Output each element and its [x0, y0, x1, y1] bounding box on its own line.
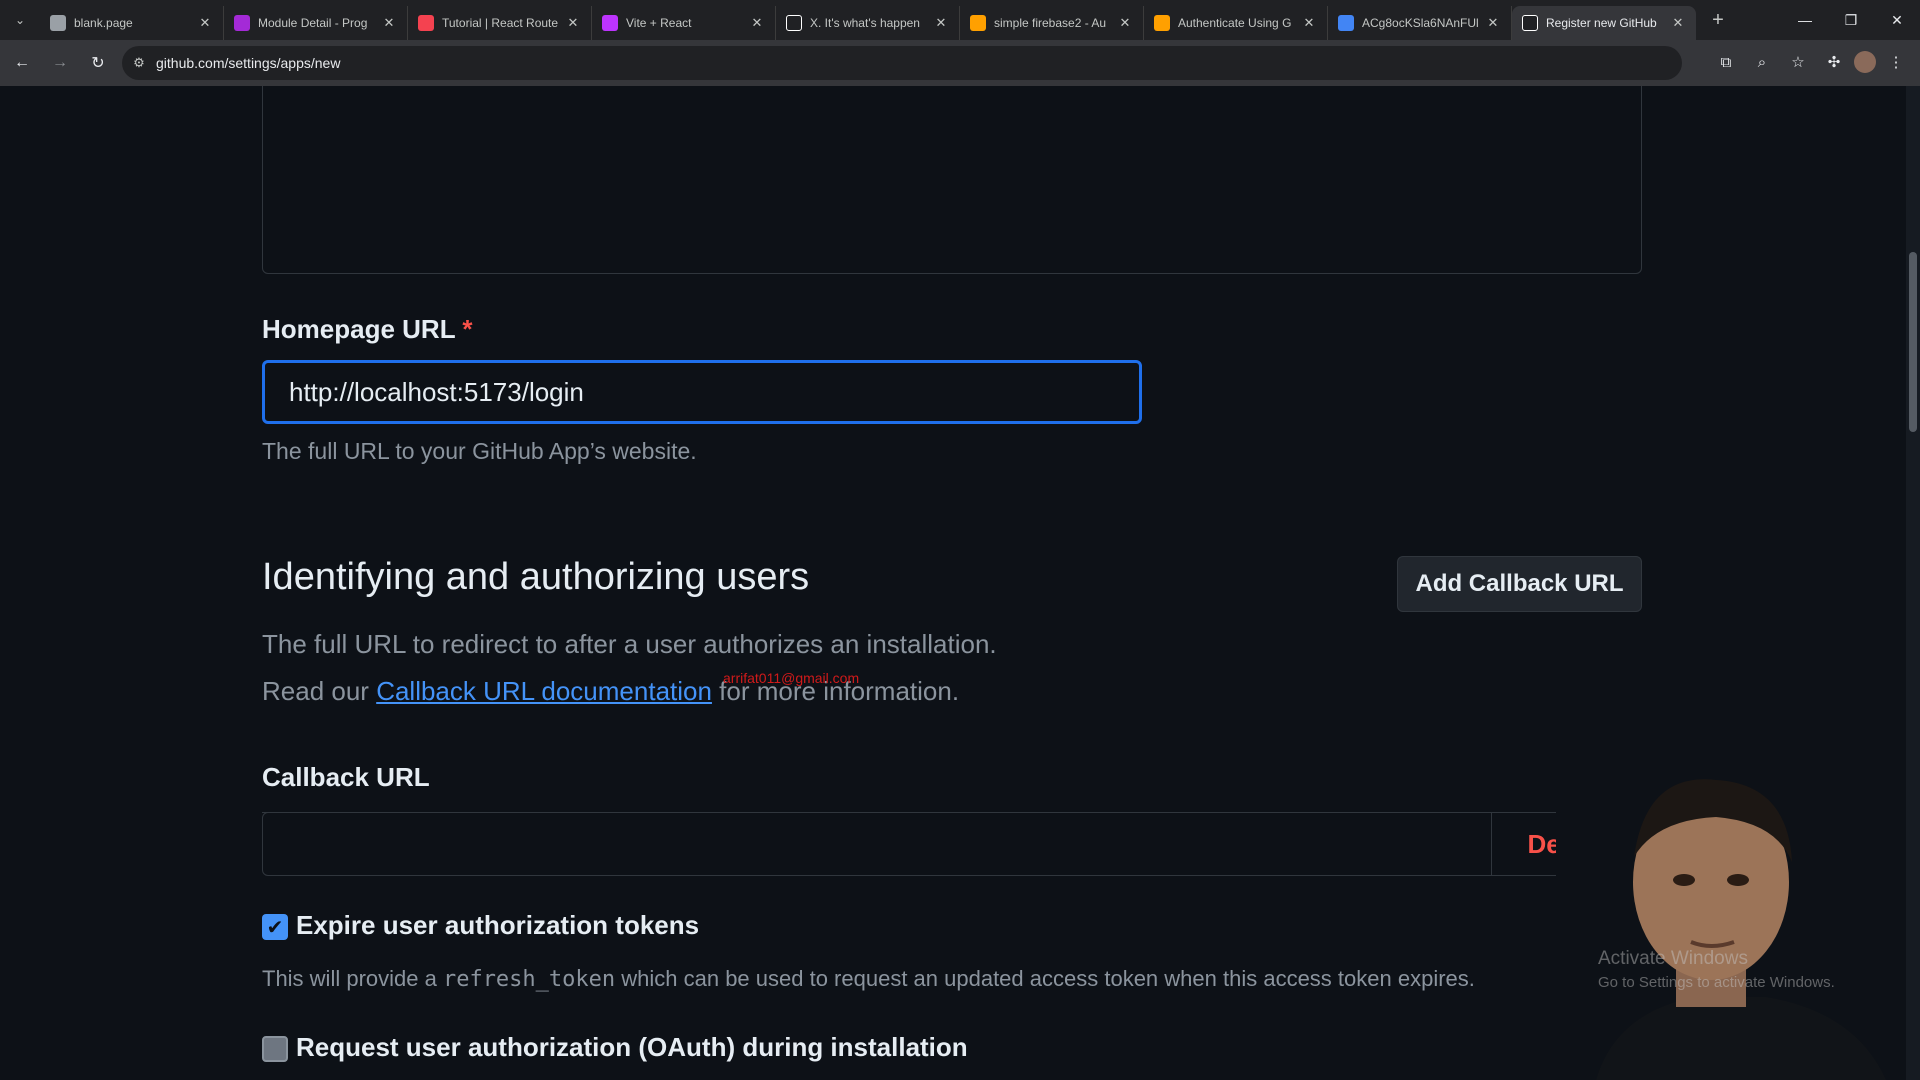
tab-close-icon[interactable]: ✕: [565, 15, 581, 31]
tab-close-icon[interactable]: ✕: [1485, 15, 1501, 31]
tab-title: Vite + React: [626, 16, 692, 30]
tab-title: ACg8ocKSla6NAnFUl: [1362, 16, 1479, 30]
homepage-url-input[interactable]: http://localhost:5173/login: [262, 360, 1142, 424]
window-controls: — ❐ ✕: [1782, 0, 1920, 40]
tab-title: blank.page: [74, 16, 133, 30]
tab-title: Tutorial | React Route: [442, 16, 559, 30]
homepage-url-value: http://localhost:5173/login: [289, 376, 584, 407]
browser-toolbar: ← → ↻ ⚙ github.com/settings/apps/new ⧉ ⌕…: [0, 40, 1920, 86]
close-window-icon[interactable]: ✕: [1874, 0, 1920, 40]
tab-title: Authenticate Using G: [1178, 16, 1292, 30]
refresh-token-code: refresh_token: [442, 967, 616, 992]
forward-icon[interactable]: →: [44, 47, 76, 79]
site-info-icon[interactable]: ⚙: [122, 55, 156, 71]
homepage-url-hint: The full URL to your GitHub App’s websit…: [262, 438, 697, 464]
tab-close-icon[interactable]: ✕: [749, 15, 765, 31]
tab-8[interactable]: Register new GitHub ✕: [1512, 6, 1696, 40]
section-description: The full URL to redirect to after a user…: [262, 629, 997, 659]
expire-tokens-checkbox[interactable]: ✔: [262, 914, 288, 940]
tab-3[interactable]: Vite + React ✕: [592, 6, 776, 40]
presenter-video: [1556, 762, 1906, 1080]
activate-windows-watermark: Activate Windows Go to Settings to activ…: [1598, 948, 1835, 991]
tab-close-icon[interactable]: ✕: [933, 15, 949, 31]
page-icon: [50, 15, 66, 31]
bookmark-star-icon[interactable]: ☆: [1782, 46, 1814, 78]
tab-close-icon[interactable]: ✕: [1301, 15, 1317, 31]
request-oauth-checkbox[interactable]: [262, 1036, 288, 1062]
note-before: This will provide a: [262, 966, 443, 991]
tab-1[interactable]: Module Detail - Prog ✕: [224, 6, 408, 40]
watermark-email: arrifat011@gmail.com: [723, 670, 860, 686]
minimize-icon[interactable]: —: [1782, 0, 1828, 40]
restore-icon[interactable]: ❐: [1828, 0, 1874, 40]
tab-7[interactable]: ACg8ocKSla6NAnFUl ✕: [1328, 6, 1512, 40]
page-scrollbar[interactable]: [1906, 86, 1920, 1080]
webcam-overlay: [1556, 762, 1906, 1080]
scroll-thumb[interactable]: [1909, 252, 1917, 432]
module-icon: [234, 15, 250, 31]
tab-title: simple firebase2 - Au: [994, 16, 1107, 30]
reload-icon[interactable]: ↻: [82, 47, 114, 79]
x-icon: [786, 15, 802, 31]
tab-title: Module Detail - Prog: [258, 16, 368, 30]
note-after: which can be used to request an updated …: [615, 966, 1475, 991]
tab-6[interactable]: Authenticate Using G ✕: [1144, 6, 1328, 40]
tab-close-icon[interactable]: ✕: [197, 15, 213, 31]
firebase-icon: [1154, 15, 1170, 31]
tab-strip: ⌄ blank.page ✕ Module Detail - Prog ✕ Tutori…: [0, 0, 1920, 40]
callback-url-label: Callback URL: [262, 762, 430, 792]
tab-5[interactable]: simple firebase2 - Au ✕: [960, 6, 1144, 40]
address-bar[interactable]: ⚙ github.com/settings/apps/new: [122, 46, 1682, 80]
vite-icon: [602, 15, 618, 31]
add-callback-url-button[interactable]: Add Callback URL: [1397, 556, 1642, 612]
install-app-icon[interactable]: ⧉: [1710, 46, 1742, 78]
tab-close-icon[interactable]: ✕: [1117, 15, 1133, 31]
tab-0[interactable]: blank.page ✕: [40, 6, 224, 40]
tab-4[interactable]: X. It's what's happen ✕: [776, 6, 960, 40]
github-icon: [1522, 15, 1538, 31]
section-title: Identifying and authorizing users: [262, 556, 810, 598]
docs-read-text: Read our: [262, 676, 377, 706]
callback-docs-link[interactable]: Callback URL documentation: [376, 676, 712, 706]
google-icon: [1338, 15, 1354, 31]
request-oauth-label: Request user authorization (OAuth) durin…: [296, 1032, 968, 1062]
required-mark: *: [462, 314, 473, 344]
expire-tokens-label: Expire user authorization tokens: [296, 910, 700, 940]
zoom-icon[interactable]: ⌕: [1746, 46, 1778, 78]
address-url: github.com/settings/apps/new: [156, 55, 341, 71]
callback-url-input[interactable]: [262, 812, 1492, 876]
tab-close-icon[interactable]: ✕: [1670, 15, 1686, 31]
tabs-container: blank.page ✕ Module Detail - Prog ✕ Tutorial…: [40, 0, 1696, 40]
homepage-url-label: Homepage URL *: [262, 314, 473, 344]
tab-2[interactable]: Tutorial | React Route ✕: [408, 6, 592, 40]
back-icon[interactable]: ←: [6, 47, 38, 79]
profile-avatar[interactable]: [1854, 51, 1876, 73]
activate-title: Activate Windows: [1598, 948, 1748, 969]
activate-subtitle: Go to Settings to activate Windows.: [1598, 974, 1835, 991]
react-router-icon: [418, 15, 434, 31]
tab-search-icon[interactable]: ⌄: [0, 0, 40, 40]
description-textarea[interactable]: [262, 86, 1642, 274]
firebase-icon: [970, 15, 986, 31]
toolbar-actions: ⧉ ⌕ ☆ ✣ ⋮: [1710, 46, 1912, 78]
tab-title: X. It's what's happen: [810, 16, 920, 30]
extensions-icon[interactable]: ✣: [1818, 46, 1850, 78]
new-tab-button[interactable]: +: [1702, 9, 1734, 32]
expire-tokens-note: This will provide a refresh_token which …: [262, 966, 1475, 992]
menu-kebab-icon[interactable]: ⋮: [1880, 46, 1912, 78]
tab-title: Register new GitHub: [1546, 16, 1657, 30]
tab-close-icon[interactable]: ✕: [381, 15, 397, 31]
